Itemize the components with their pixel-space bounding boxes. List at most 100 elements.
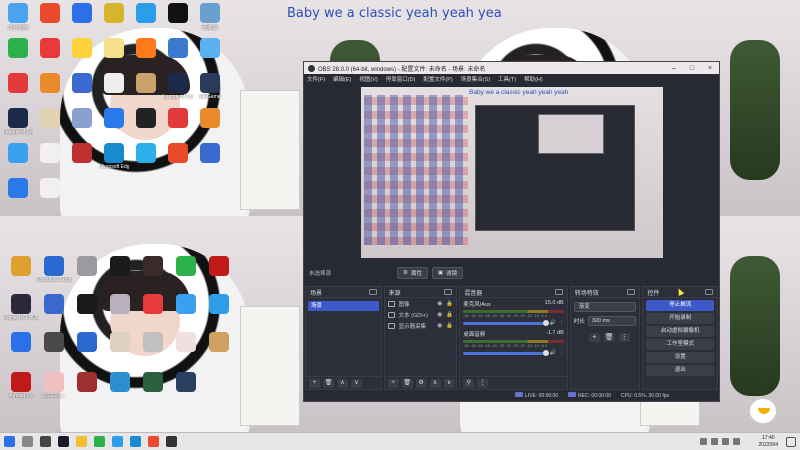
lock-icon[interactable]: 🔒 [446, 312, 453, 318]
add-icon[interactable]: + [588, 333, 600, 342]
more-icon[interactable]: ⋮ [559, 320, 564, 326]
source-item-image[interactable]: 图像 ◉ 🔒 [385, 298, 457, 309]
network-icon[interactable] [711, 438, 718, 445]
remove-icon[interactable]: 🗑 [401, 378, 413, 388]
ime-icon[interactable] [733, 438, 740, 445]
desktop-icon[interactable] [99, 38, 129, 59]
desktop-icon[interactable] [35, 38, 65, 59]
steam-icon[interactable] [58, 436, 69, 447]
desktop-icon[interactable] [35, 73, 65, 94]
scene-item-selected[interactable]: 场景 [308, 301, 379, 311]
gear-icon[interactable]: ⚙ [415, 378, 427, 388]
desktop-icon[interactable]: Wallpaper Engine [36, 256, 72, 283]
desktop-icon[interactable] [102, 256, 138, 277]
eye-icon[interactable]: ◉ [437, 322, 442, 329]
desktop-icon[interactable]: 2022060... [36, 372, 72, 399]
desktop-icon[interactable] [35, 3, 65, 24]
desktop-icon[interactable]: League of Legends [3, 108, 33, 135]
menu-profile[interactable]: 配置文件(P) [423, 75, 452, 83]
remove-icon[interactable]: 🗑 [603, 333, 615, 342]
obs-window[interactable]: OBS 28.0.0 (64-bit, windows) - 配置文件: 未命名… [303, 61, 720, 402]
undock-icon[interactable] [627, 289, 636, 295]
desktop-icon[interactable] [35, 178, 65, 199]
speaker-icon[interactable]: 🔊 [550, 320, 556, 326]
move-down-icon[interactable]: ∨ [351, 378, 362, 388]
volume-icon[interactable] [722, 438, 729, 445]
desktop-icon[interactable]: WeGame [195, 73, 225, 100]
undock-icon[interactable] [444, 289, 453, 295]
eye-icon[interactable]: ◉ [437, 311, 442, 318]
eye-icon[interactable]: ◉ [437, 300, 442, 307]
desktop-icon[interactable] [195, 108, 225, 129]
music-icon[interactable] [148, 436, 159, 447]
menu-file[interactable]: 文件(F) [307, 75, 325, 83]
desktop-icon[interactable] [163, 3, 193, 24]
desktop-icon[interactable] [99, 73, 129, 94]
desktop-icon[interactable] [3, 256, 39, 277]
link-icon[interactable]: ⚲ [463, 378, 475, 388]
volume-slider[interactable] [463, 349, 549, 356]
desktop-icon[interactable] [168, 332, 204, 353]
task-view-icon[interactable] [40, 436, 51, 447]
lock-icon[interactable]: 🔒 [446, 323, 453, 329]
desktop-icon[interactable] [69, 332, 105, 353]
desktop-icon[interactable] [163, 38, 193, 59]
menu-scene-collection[interactable]: 场景集合(S) [461, 75, 490, 83]
obs-taskbar-icon[interactable] [166, 436, 177, 447]
desktop-icon[interactable] [195, 143, 225, 164]
desktop-icon[interactable] [35, 143, 65, 164]
maximize-icon[interactable]: □ [683, 65, 701, 72]
desktop-icon[interactable] [99, 108, 129, 129]
desktop-icon[interactable] [131, 73, 161, 94]
move-down-icon[interactable]: ∨ [443, 378, 455, 388]
desktop-icon[interactable] [67, 143, 97, 164]
desktop-icon[interactable] [168, 294, 204, 315]
properties-button[interactable]: ⚙ 属性 [397, 267, 428, 279]
desktop-icon[interactable] [131, 143, 161, 164]
desktop-icon[interactable] [69, 372, 105, 393]
desktop-icon[interactable] [131, 38, 161, 59]
search-icon[interactable] [22, 436, 33, 447]
undock-icon[interactable] [368, 289, 377, 295]
desktop-icon[interactable]: Among Us [3, 372, 39, 399]
notification-icon[interactable] [786, 437, 796, 447]
desktop-icon[interactable] [135, 332, 171, 353]
add-icon[interactable]: + [387, 378, 399, 388]
desktop-icon[interactable]: Logitech G HUB [3, 294, 39, 321]
desktop-icon[interactable] [163, 143, 193, 164]
move-up-icon[interactable]: ∧ [337, 378, 348, 388]
menu-docks[interactable]: 停靠窗口(D) [386, 75, 416, 83]
desktop-icon[interactable] [67, 3, 97, 24]
taskbar-clock[interactable]: 17:40 2022/9/4 [759, 435, 778, 449]
desktop-icon[interactable] [3, 332, 39, 353]
studio-mode-button[interactable]: 工作室模式 [646, 339, 715, 350]
qq-icon[interactable] [112, 436, 123, 447]
desktop-icon[interactable] [3, 73, 33, 94]
duration-input[interactable]: 300 ms [587, 316, 637, 326]
desktop-icon[interactable] [36, 332, 72, 353]
undock-icon[interactable] [554, 289, 563, 295]
desktop-icon[interactable] [3, 38, 33, 59]
transition-select[interactable]: 渐变 [573, 302, 637, 312]
volume-slider[interactable] [463, 319, 549, 326]
desktop-icon[interactable] [67, 38, 97, 59]
obs-preview[interactable]: Baby we a classic yeah yeah yeah [361, 87, 663, 258]
more-icon[interactable]: ⋮ [618, 333, 630, 342]
desktop-icon[interactable] [195, 38, 225, 59]
desktop-icon[interactable] [67, 108, 97, 129]
move-up-icon[interactable]: ∧ [429, 378, 441, 388]
obs-titlebar[interactable]: OBS 28.0.0 (64-bit, windows) - 配置文件: 未命名… [304, 62, 719, 74]
remove-icon[interactable]: 🗑 [323, 378, 334, 388]
menu-help[interactable]: 帮助(H) [524, 75, 543, 83]
stop-streaming-button[interactable]: 停止推流 [646, 300, 715, 311]
edge-icon[interactable] [130, 436, 141, 447]
desktop-icon[interactable] [102, 294, 138, 315]
desktop-icon[interactable] [99, 3, 129, 24]
more-icon[interactable]: ⋮ [477, 378, 489, 388]
folder-icon[interactable] [76, 436, 87, 447]
desktop-icon[interactable] [35, 108, 65, 129]
desktop-icon[interactable] [3, 178, 33, 199]
wechat-icon[interactable] [94, 436, 105, 447]
desktop-icon[interactable] [67, 73, 97, 94]
desktop-icon[interactable] [36, 294, 72, 315]
